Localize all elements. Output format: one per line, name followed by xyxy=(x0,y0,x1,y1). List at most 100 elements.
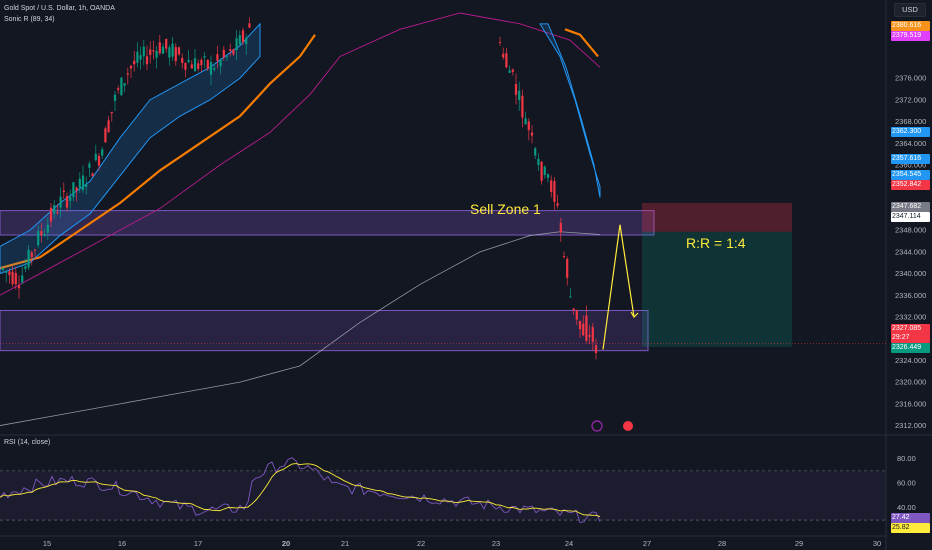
price-badge: 2347.114 xyxy=(891,212,930,222)
price-badge: 2352.842 xyxy=(891,180,930,190)
candle-body xyxy=(219,59,222,67)
price-badge: 29:27 xyxy=(891,333,930,343)
x-tick-label: 17 xyxy=(194,539,202,548)
background xyxy=(0,0,932,550)
candle-body xyxy=(37,231,40,246)
price-badge: 2347.682 xyxy=(891,202,930,212)
lower-zone xyxy=(0,309,649,352)
candle-body xyxy=(518,90,521,101)
candle-body xyxy=(502,53,505,58)
candle-body xyxy=(33,249,37,251)
y-tick-label: 2332.000 xyxy=(895,313,926,322)
candle-body xyxy=(562,256,566,258)
y-tick-label: 2324.000 xyxy=(895,356,926,365)
candle-body xyxy=(229,49,232,51)
candle-body xyxy=(209,61,213,75)
price-badge: 2326.449 xyxy=(891,343,930,353)
x-tick-label: 24 xyxy=(565,539,573,548)
candle-body xyxy=(110,111,113,114)
candle-body xyxy=(241,30,245,43)
rsi-value-badge: 27.42 xyxy=(891,513,930,524)
candle-body xyxy=(97,155,101,166)
candle-body xyxy=(49,207,53,222)
candle-body xyxy=(11,271,14,285)
candle-body xyxy=(174,46,177,62)
candle-body xyxy=(65,196,69,208)
rsi-tick-label: 40.00 xyxy=(897,503,916,512)
candle-body xyxy=(569,296,572,298)
indicator-title[interactable]: Sonic R (89, 34) xyxy=(4,16,55,23)
y-tick-label: 2368.000 xyxy=(895,117,926,126)
x-tick-label: 22 xyxy=(417,539,425,548)
rsi-band xyxy=(0,470,886,521)
x-tick-label: 27 xyxy=(643,539,651,548)
currency-button[interactable]: USD xyxy=(894,3,926,17)
candle-body xyxy=(588,334,591,337)
candle-body xyxy=(88,163,91,168)
tradingview-chart: 2312.0002316.0002320.0002324.0002328.000… xyxy=(0,0,932,550)
candle-body xyxy=(59,196,62,208)
candle-body xyxy=(575,309,578,320)
price-badge: 2354.545 xyxy=(891,170,930,180)
candle-body xyxy=(56,212,59,214)
rsi-title[interactable]: RSI (14, close) xyxy=(4,439,50,446)
candle-body xyxy=(117,88,120,90)
candle-body xyxy=(145,56,149,65)
candle-body xyxy=(546,174,550,178)
rsi-tick-label: 60.00 xyxy=(897,479,916,488)
candle-body xyxy=(572,308,575,311)
candle-body xyxy=(585,315,588,341)
sell-zone-1 xyxy=(0,210,655,236)
candle-body xyxy=(85,184,88,187)
candle-body xyxy=(553,180,556,202)
candle-body xyxy=(540,161,543,181)
candle-body xyxy=(238,35,241,45)
candle-body xyxy=(158,42,161,54)
candle-body xyxy=(155,50,158,58)
rsi-ma-badge: 25.82 xyxy=(891,523,930,534)
candle-body xyxy=(177,47,181,55)
candle-body xyxy=(139,55,142,60)
candle-body xyxy=(203,56,206,58)
candle-body xyxy=(133,60,136,65)
x-tick-label: 23 xyxy=(492,539,500,548)
candle-body xyxy=(107,120,110,133)
candle-body xyxy=(62,190,65,193)
stop-loss-area xyxy=(642,203,792,232)
price-badge: 2379.519 xyxy=(891,31,930,41)
candle-body xyxy=(165,38,168,49)
candle-body xyxy=(136,51,139,63)
candle-body xyxy=(225,56,229,58)
candle-body xyxy=(123,83,126,86)
sell-zone-label: Sell Zone 1 xyxy=(470,201,541,217)
candle-body xyxy=(168,47,171,58)
flag-icon xyxy=(623,421,633,431)
candle-body xyxy=(566,258,569,278)
y-tick-label: 2316.000 xyxy=(895,399,926,408)
chart-canvas[interactable]: 2312.0002316.0002320.0002324.0002328.000… xyxy=(0,0,932,550)
candle-body xyxy=(40,231,43,236)
candle-body xyxy=(213,68,216,70)
price-badge: 2362.300 xyxy=(891,127,930,137)
candle-body xyxy=(197,63,200,69)
candle-body xyxy=(101,149,104,156)
candle-body xyxy=(521,95,524,118)
candle-body xyxy=(534,148,537,156)
candle-body xyxy=(8,271,11,276)
candle-body xyxy=(184,63,187,70)
candle-body xyxy=(72,182,75,198)
y-tick-label: 2336.000 xyxy=(895,291,926,300)
x-tick-label: 21 xyxy=(341,539,349,548)
candle-body xyxy=(514,83,518,95)
candle-body xyxy=(46,224,49,233)
candle-body xyxy=(78,178,81,188)
candle-body xyxy=(81,175,85,190)
candle-body xyxy=(1,268,5,270)
candle-body xyxy=(14,272,17,285)
candle-body xyxy=(149,49,152,56)
candle-body xyxy=(591,327,594,342)
candle-body xyxy=(505,53,508,68)
y-tick-label: 2376.000 xyxy=(895,74,926,83)
y-tick-label: 2320.000 xyxy=(895,378,926,387)
risk-reward-label: R:R = 1:4 xyxy=(686,235,746,251)
